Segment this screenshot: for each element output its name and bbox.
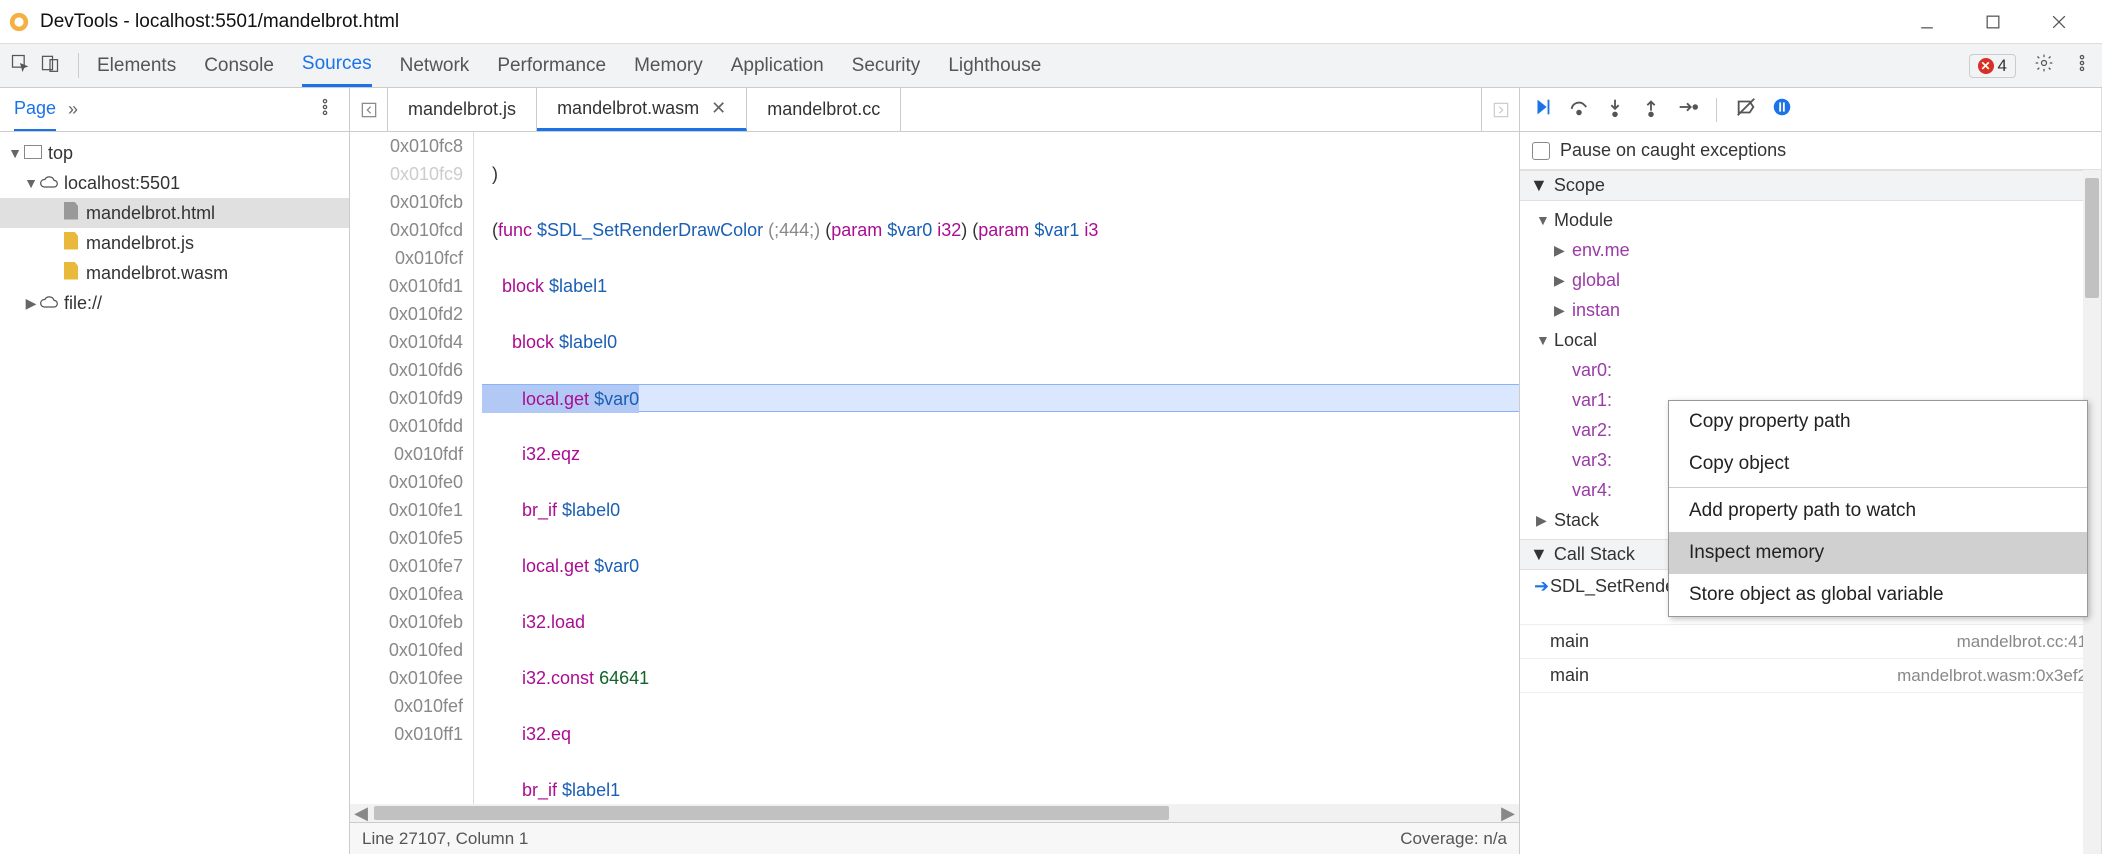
step-into-button[interactable]	[1604, 96, 1626, 123]
tab-elements[interactable]: Elements	[97, 44, 176, 87]
editor-tab-js[interactable]: mandelbrot.js	[388, 88, 537, 131]
ctx-separator	[1669, 487, 2087, 488]
ctx-copy-object[interactable]: Copy object	[1669, 443, 2087, 485]
window-title: DevTools - localhost:5501/mandelbrot.htm…	[40, 11, 1912, 33]
cursor-position: Line 27107, Column 1	[362, 829, 528, 849]
tree-host[interactable]: ▼localhost:5501	[0, 168, 349, 198]
editor-tabs: mandelbrot.js mandelbrot.wasm✕ mandelbro…	[350, 88, 1519, 132]
callstack-frame[interactable]: mainmandelbrot.cc:41	[1520, 625, 2101, 659]
tab-sources[interactable]: Sources	[302, 44, 372, 87]
window-maximize-button[interactable]	[1978, 7, 2008, 37]
devtools-logo-icon	[8, 11, 30, 33]
error-count-badge[interactable]: ✕4	[1969, 54, 2016, 78]
window-minimize-button[interactable]	[1912, 7, 1942, 37]
window-titlebar: DevTools - localhost:5501/mandelbrot.htm…	[0, 0, 2102, 44]
editor-tab-wasm[interactable]: mandelbrot.wasm✕	[537, 88, 747, 131]
tab-application[interactable]: Application	[731, 44, 824, 87]
tab-network[interactable]: Network	[400, 44, 470, 87]
pause-exceptions-button[interactable]	[1771, 96, 1793, 123]
file-icon	[64, 202, 78, 220]
tab-lighthouse[interactable]: Lighthouse	[948, 44, 1041, 87]
close-icon[interactable]: ✕	[711, 98, 726, 119]
context-menu: Copy property path Copy object Add prope…	[1668, 400, 2088, 617]
scope-module[interactable]: ▼Module	[1536, 205, 2101, 235]
coverage-status: Coverage: n/a	[1400, 829, 1507, 849]
window-close-button[interactable]	[2044, 7, 2074, 37]
device-toolbar-button[interactable]	[40, 53, 60, 78]
tab-security[interactable]: Security	[852, 44, 921, 87]
file-icon	[64, 232, 78, 250]
inspect-element-button[interactable]	[10, 53, 30, 78]
navigator-tab-page[interactable]: Page	[14, 98, 56, 131]
scope-local-var0[interactable]: var0:	[1536, 355, 2101, 385]
nav-back-button[interactable]	[350, 88, 388, 131]
more-menu-button[interactable]	[2072, 53, 2092, 78]
settings-button[interactable]	[2034, 53, 2054, 78]
scope-module-item[interactable]: ▶env.me	[1536, 235, 2101, 265]
pause-exceptions-checkbox[interactable]	[1532, 142, 1550, 160]
debugger-toolbar	[1520, 88, 2101, 132]
code-lines[interactable]: ) (func $SDL_SetRenderDrawColor (;444;) …	[474, 132, 1519, 804]
frame-icon	[24, 145, 42, 159]
resume-button[interactable]	[1532, 96, 1554, 123]
tab-performance[interactable]: Performance	[497, 44, 606, 87]
tree-file-wasm[interactable]: mandelbrot.wasm	[0, 258, 349, 288]
tree-file-scheme[interactable]: ▶file://	[0, 288, 349, 318]
navigator-panel: Page » ▼top ▼localhost:5501 mandelbrot.h…	[0, 88, 350, 854]
scope-module-item[interactable]: ▶global	[1536, 265, 2101, 295]
navigator-more-tabs[interactable]: »	[68, 99, 78, 120]
cloud-icon	[38, 293, 60, 314]
pause-on-exceptions-row[interactable]: Pause on caught exceptions	[1520, 132, 2101, 170]
ctx-add-watch[interactable]: Add property path to watch	[1669, 490, 2087, 532]
gutter: 0x010fc8 0x010fc9 0x010fcb 0x010fcd 0x01…	[350, 132, 474, 804]
scope-section-header[interactable]: ▼Scope	[1520, 170, 2101, 201]
debugger-panel: Pause on caught exceptions ▼Scope ▼Modul…	[1520, 88, 2102, 854]
ctx-copy-property-path[interactable]: Copy property path	[1669, 401, 2087, 443]
devtools-toolbar: Elements Console Sources Network Perform…	[0, 44, 2102, 88]
tab-memory[interactable]: Memory	[634, 44, 703, 87]
current-frame-icon: ➔	[1534, 576, 1550, 597]
editor-statusbar: Line 27107, Column 1 Coverage: n/a	[350, 822, 1519, 854]
source-panel: mandelbrot.js mandelbrot.wasm✕ mandelbro…	[350, 88, 1520, 854]
step-out-button[interactable]	[1640, 96, 1662, 123]
tree-top[interactable]: ▼top	[0, 138, 349, 168]
tree-file-html[interactable]: mandelbrot.html	[0, 198, 349, 228]
scope-local[interactable]: ▼Local	[1536, 325, 2101, 355]
horizontal-scrollbar[interactable]: ◀▶	[350, 804, 1519, 822]
error-count: 4	[1998, 56, 2007, 76]
ctx-inspect-memory[interactable]: Inspect memory	[1669, 532, 2087, 574]
cloud-icon	[38, 173, 60, 194]
step-button[interactable]	[1676, 96, 1698, 123]
deactivate-breakpoints-button[interactable]	[1735, 96, 1757, 123]
step-over-button[interactable]	[1568, 96, 1590, 123]
tab-console[interactable]: Console	[204, 44, 274, 87]
execution-line: local.get $var0	[482, 384, 1519, 412]
file-tree: ▼top ▼localhost:5501 mandelbrot.html man…	[0, 132, 349, 324]
nav-forward-button[interactable]	[1481, 88, 1519, 131]
ctx-store-global[interactable]: Store object as global variable	[1669, 574, 2087, 616]
file-icon	[64, 262, 78, 280]
callstack-frame[interactable]: mainmandelbrot.wasm:0x3ef2	[1520, 659, 2101, 693]
tree-file-js[interactable]: mandelbrot.js	[0, 228, 349, 258]
code-editor[interactable]: 0x010fc8 0x010fc9 0x010fcb 0x010fcd 0x01…	[350, 132, 1519, 804]
scope-module-item[interactable]: ▶instan	[1536, 295, 2101, 325]
editor-tab-cc[interactable]: mandelbrot.cc	[747, 88, 901, 131]
navigator-menu-button[interactable]	[315, 97, 335, 122]
